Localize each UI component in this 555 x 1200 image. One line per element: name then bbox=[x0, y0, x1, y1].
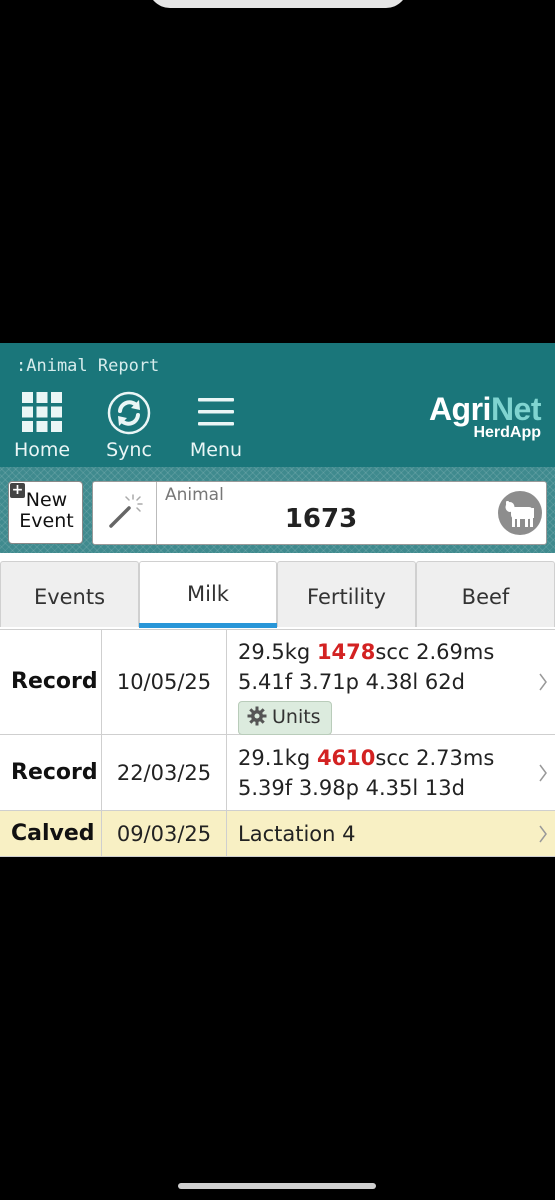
magic-wand-icon bbox=[109, 494, 143, 528]
row-type: Calved bbox=[0, 811, 102, 856]
chevron-right-icon bbox=[539, 825, 547, 842]
row-type: Record bbox=[0, 735, 102, 810]
hamburger-icon bbox=[176, 390, 256, 434]
table-row[interactable]: Record 10/05/25 29.5kg 1478scc 2.69ms 5.… bbox=[0, 629, 555, 735]
agrinet-logo: AgriNet HerdApp bbox=[428, 391, 542, 441]
table-row[interactable]: Calved 09/03/25 Lactation 4 bbox=[0, 811, 555, 857]
cow-icon bbox=[505, 501, 534, 527]
units-button[interactable]: Units bbox=[238, 701, 332, 735]
sync-icon bbox=[89, 390, 169, 435]
sync-label: Sync bbox=[106, 439, 152, 461]
row-detail: 29.5kg 1478scc 2.69ms 5.41f 3.71p 4.38l … bbox=[238, 637, 531, 735]
tab-beef[interactable]: Beef bbox=[416, 561, 555, 627]
animal-search-bar: + New Event Animal 1673 bbox=[0, 467, 555, 553]
active-tab-indicator bbox=[139, 623, 277, 628]
row-type: Record bbox=[0, 629, 102, 734]
gear-icon bbox=[247, 706, 267, 726]
row-date: 09/03/25 bbox=[102, 811, 227, 856]
chevron-right-icon bbox=[539, 764, 547, 781]
row-detail: Lactation 4 bbox=[238, 821, 356, 846]
animal-field-label: Animal bbox=[165, 485, 224, 505]
device-notch bbox=[148, 0, 408, 8]
tab-bar: Events Milk Fertility Beef bbox=[0, 561, 555, 630]
app-window: :Animal Report Home Sync Menu AgriNet He… bbox=[0, 343, 555, 857]
new-event-label: New Event bbox=[19, 489, 74, 532]
page-title: :Animal Report bbox=[16, 356, 160, 376]
home-button[interactable]: Home bbox=[2, 390, 82, 462]
animal-id-value[interactable]: 1673 bbox=[156, 504, 486, 534]
new-event-button[interactable]: + New Event bbox=[8, 481, 83, 544]
animal-field[interactable]: Animal 1673 bbox=[92, 481, 547, 545]
top-bar: :Animal Report Home Sync Menu AgriNet He… bbox=[0, 343, 555, 467]
row-date: 10/05/25 bbox=[102, 629, 227, 734]
home-label: Home bbox=[13, 439, 71, 461]
logo-subtitle: HerdApp bbox=[473, 424, 541, 441]
tab-events[interactable]: Events bbox=[0, 561, 139, 627]
home-indicator bbox=[178, 1183, 376, 1189]
magic-wand-button[interactable] bbox=[93, 482, 157, 544]
chevron-right-icon bbox=[539, 673, 547, 690]
menu-button[interactable]: Menu bbox=[176, 390, 256, 462]
row-date: 22/03/25 bbox=[102, 735, 227, 810]
table-row[interactable]: Record 22/03/25 29.1kg 4610scc 2.73ms 5.… bbox=[0, 735, 555, 811]
scc-value: 4610 bbox=[316, 746, 376, 770]
tab-fertility[interactable]: Fertility bbox=[277, 561, 416, 627]
scc-value: 1478 bbox=[316, 640, 376, 664]
sync-button[interactable]: Sync bbox=[89, 390, 169, 462]
menu-label: Menu bbox=[189, 439, 243, 461]
row-detail: 29.1kg 4610scc 2.73ms 5.39f 3.98p 4.35l … bbox=[238, 746, 495, 800]
tab-milk[interactable]: Milk bbox=[139, 561, 277, 628]
grid-icon bbox=[2, 390, 82, 434]
cow-button[interactable] bbox=[498, 491, 542, 535]
